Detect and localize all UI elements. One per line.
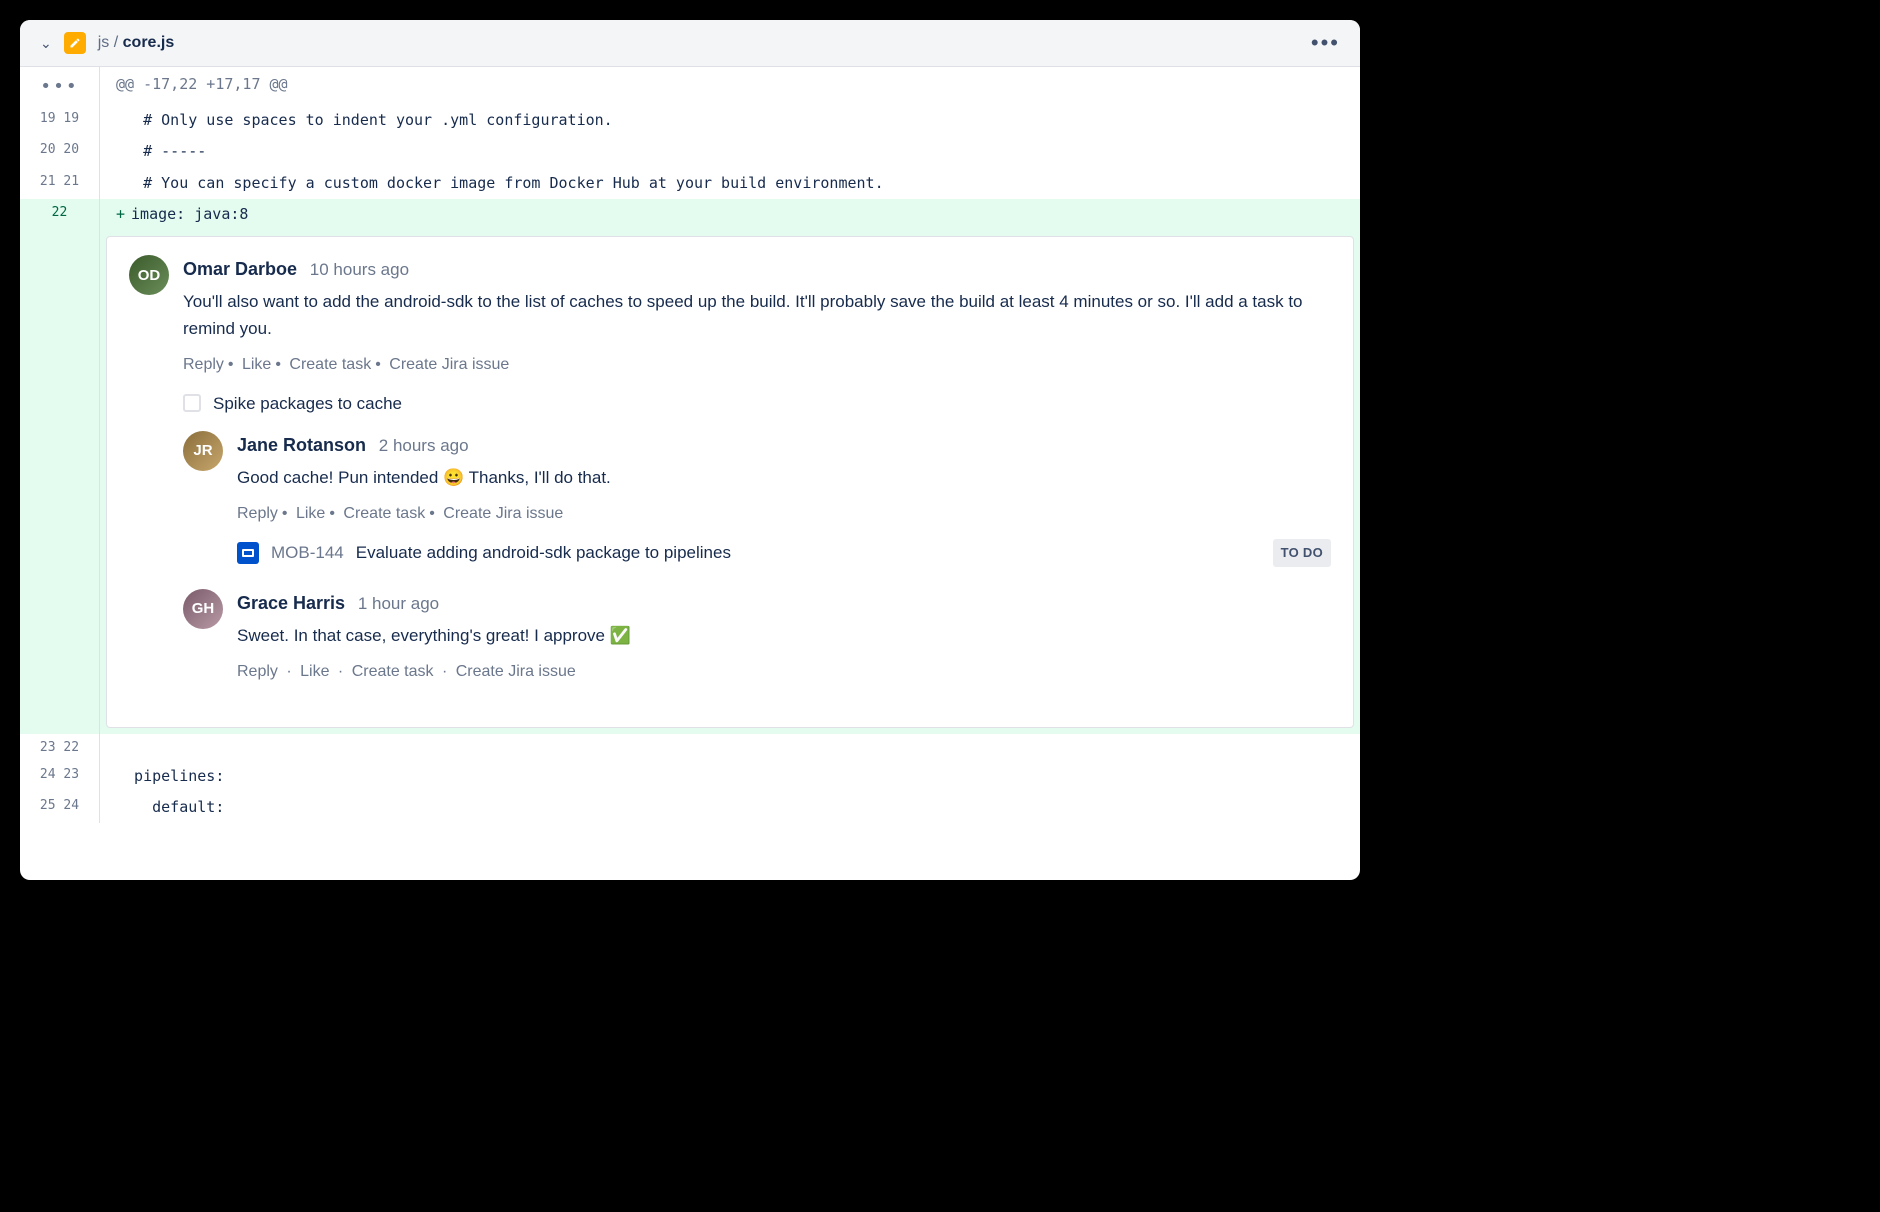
- line-number: 23 22: [20, 734, 100, 761]
- hunk-header: @@ -17,22 +17,17 @@: [100, 67, 1360, 105]
- create-task-link[interactable]: Create task: [352, 663, 434, 680]
- task-label: Spike packages to cache: [213, 390, 402, 417]
- more-actions-icon[interactable]: •••: [1311, 30, 1340, 56]
- code-line: pipelines:: [100, 761, 1360, 792]
- comment-body: Good cache! Pun intended 😀 Thanks, I'll …: [237, 464, 1331, 491]
- line-number: 25 24: [20, 792, 100, 823]
- task-checkbox[interactable]: [183, 394, 201, 412]
- comment-author[interactable]: Jane Rotanson: [237, 435, 366, 455]
- comment: JR Jane Rotanson 2 hours ago Good cache!…: [183, 431, 1331, 581]
- like-link[interactable]: Like: [300, 663, 329, 680]
- code-line: # Only use spaces to indent your .yml co…: [100, 105, 1360, 136]
- task-item: Spike packages to cache: [183, 390, 1331, 417]
- like-link[interactable]: Like: [242, 356, 271, 373]
- thread-container: OD Omar Darboe 10 hours ago You'll also …: [100, 230, 1360, 734]
- jira-status-badge: TO DO: [1273, 539, 1331, 568]
- create-jira-link[interactable]: Create Jira issue: [389, 356, 509, 373]
- comment-author[interactable]: Grace Harris: [237, 593, 345, 613]
- create-task-link[interactable]: Create task: [289, 356, 371, 373]
- create-task-link[interactable]: Create task: [343, 505, 425, 522]
- comment-body: You'll also want to add the android-sdk …: [183, 288, 1331, 342]
- comment-timestamp: 10 hours ago: [310, 260, 409, 279]
- comment: GH Grace Harris 1 hour ago Sweet. In tha…: [183, 589, 1331, 697]
- comment-thread: OD Omar Darboe 10 hours ago You'll also …: [106, 236, 1354, 728]
- comment-actions: Reply• Like• Create task• Create Jira is…: [183, 352, 1331, 378]
- comment: OD Omar Darboe 10 hours ago You'll also …: [129, 255, 1331, 705]
- avatar[interactable]: GH: [183, 589, 223, 629]
- jira-summary: Evaluate adding android-sdk package to p…: [356, 539, 731, 566]
- create-jira-link[interactable]: Create Jira issue: [443, 505, 563, 522]
- path-directory[interactable]: js: [98, 34, 110, 51]
- line-number: 24 23: [20, 761, 100, 792]
- jira-icon: [237, 542, 259, 564]
- code-line: # You can specify a custom docker image …: [100, 168, 1360, 199]
- like-link[interactable]: Like: [296, 505, 325, 522]
- hunk-expand[interactable]: •••: [20, 67, 100, 105]
- thread-gutter: [20, 230, 100, 734]
- diff-window: ⌄ js / core.js ••• ••• @@ -17,22 +17,17 …: [20, 20, 1360, 880]
- reply-link[interactable]: Reply: [237, 505, 278, 522]
- code-line: default:: [100, 792, 1360, 823]
- comment-actions: Reply · Like · Create task · Create Jira…: [237, 659, 1331, 685]
- path-filename[interactable]: core.js: [123, 34, 175, 51]
- reply-link[interactable]: Reply: [237, 663, 278, 680]
- jira-key: MOB-144: [271, 539, 344, 566]
- jira-issue-link[interactable]: MOB-144 Evaluate adding android-sdk pack…: [237, 539, 1331, 568]
- code-line: [100, 734, 1360, 761]
- comment-actions: Reply• Like• Create task• Create Jira is…: [237, 501, 1331, 527]
- line-number: 21 21: [20, 168, 100, 199]
- comment-body: Sweet. In that case, everything's great!…: [237, 622, 1331, 649]
- line-number: 19 19: [20, 105, 100, 136]
- create-jira-link[interactable]: Create Jira issue: [456, 663, 576, 680]
- line-number-added: 22: [20, 199, 100, 230]
- code-line: # -----: [100, 136, 1360, 167]
- diff-view: ••• @@ -17,22 +17,17 @@ 19 19 # Only use…: [20, 67, 1360, 823]
- file-modified-icon: [64, 32, 86, 54]
- collapse-icon[interactable]: ⌄: [40, 35, 52, 52]
- avatar[interactable]: JR: [183, 431, 223, 471]
- code-line-added: +image: java:8: [100, 199, 1360, 230]
- file-header: ⌄ js / core.js •••: [20, 20, 1360, 67]
- line-number: 20 20: [20, 136, 100, 167]
- reply-link[interactable]: Reply: [183, 356, 224, 373]
- comment-author[interactable]: Omar Darboe: [183, 259, 297, 279]
- avatar[interactable]: OD: [129, 255, 169, 295]
- comment-timestamp: 2 hours ago: [379, 436, 469, 455]
- comment-timestamp: 1 hour ago: [358, 594, 439, 613]
